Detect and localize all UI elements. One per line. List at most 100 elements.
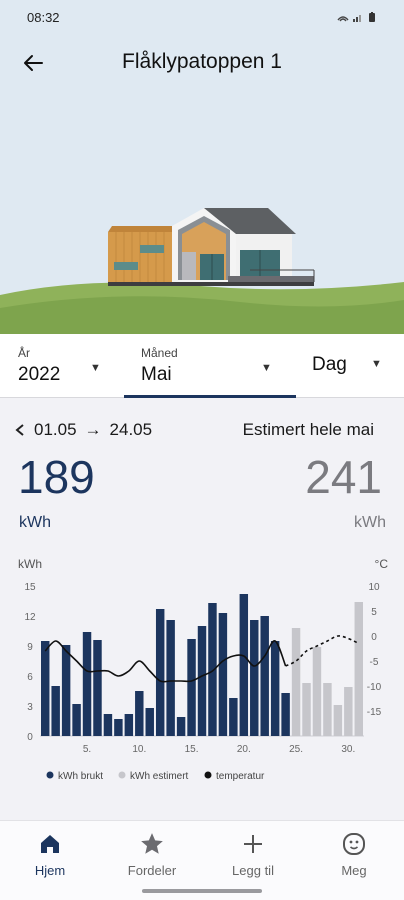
nav-label-add: Legg til — [232, 863, 274, 878]
temperature-line — [44, 640, 287, 683]
chevron-down-icon: ▼ — [261, 362, 272, 374]
x-tick-label: 30. — [341, 744, 355, 755]
bar-used — [114, 719, 123, 736]
bar-used — [218, 613, 228, 736]
legend-estimated-marker — [118, 771, 126, 779]
bar-used — [41, 641, 50, 736]
bar-used — [155, 609, 165, 736]
star-icon — [141, 833, 163, 854]
plus-icon — [244, 835, 262, 853]
house-illustration — [0, 208, 404, 334]
bar-used — [135, 691, 144, 736]
chevron-down-icon: ▼ — [371, 358, 382, 370]
bar-used — [145, 708, 154, 736]
bar-estimated — [323, 683, 332, 736]
bar-used — [260, 616, 269, 736]
bar-used — [270, 641, 280, 736]
consumption-chart-svg: kWh °C 0 3 6 9 12 15 -15 -10 -5 0 5 10 5. 10. 15. 20. 25. 3… — [18, 557, 389, 782]
x-tick-label: 15. — [185, 744, 199, 755]
day-select[interactable]: Dag ▼ — [296, 334, 404, 398]
consumption-chart: kWh °C 0 3 6 9 12 15 -15 -10 -5 0 5 10 5. 10. 15. 20. 25. 3… — [0, 548, 404, 798]
day-select-value: Dag — [312, 354, 347, 375]
page-title: Flåklypatoppen 1 — [122, 50, 282, 73]
bar-used — [51, 686, 60, 736]
status-bar: 08:32 — [0, 0, 404, 34]
month-select-value: Mai — [141, 364, 172, 385]
nav-label-benefits: Fordeler — [127, 863, 177, 878]
nav-label-home: Hjem — [34, 863, 66, 878]
y-tick-right: -5 — [370, 657, 379, 668]
legend-temperature-marker — [204, 771, 212, 779]
nav-item-home[interactable]: Hjem — [10, 831, 90, 878]
y-tick-left: 12 — [24, 612, 36, 623]
bar-used — [93, 640, 102, 736]
y-axis-right-label: °C — [375, 557, 389, 571]
period-selector-bar: År 2022 ▼ Måned Mai ▼ Dag ▼ — [0, 334, 404, 398]
bar-estimated — [344, 687, 353, 736]
nav-item-benefits[interactable]: Fordeler — [112, 831, 192, 878]
period-end: 24.05 — [109, 420, 153, 439]
year-select[interactable]: År 2022 ▼ — [0, 334, 124, 398]
status-time: 08:32 — [27, 10, 60, 25]
y-tick-left: 6 — [27, 672, 33, 683]
y-tick-left: 0 — [27, 732, 33, 743]
nav-item-add[interactable]: Legg til — [213, 831, 293, 878]
x-tick-label: 20. — [237, 744, 251, 755]
bar-estimated — [333, 705, 343, 736]
bottom-navigation: Hjem Fordeler Legg til Meg — [0, 820, 404, 900]
y-tick-right: 10 — [368, 582, 380, 593]
y-tick-left: 9 — [27, 642, 33, 653]
chevron-left-icon — [15, 424, 24, 436]
nav-item-me[interactable]: Meg — [314, 831, 394, 878]
bar-used — [239, 594, 249, 736]
estimated-kwh-value: 241 — [305, 451, 382, 503]
legend-temperature-label: temperatur — [216, 771, 265, 782]
month-select-label: Måned — [141, 346, 178, 360]
y-tick-right: -10 — [367, 682, 382, 693]
legend-estimated-label: kWh estimert — [130, 771, 189, 782]
period-arrow: → — [84, 420, 102, 439]
active-tab-indicator — [124, 395, 296, 398]
nav-label-me: Meg — [341, 863, 367, 878]
bar-used — [61, 645, 71, 736]
bar-used — [176, 717, 186, 736]
estimated-kwh-unit: kWh — [354, 514, 386, 531]
period-start: 01.05 — [34, 420, 77, 439]
y-tick-left: 3 — [27, 702, 33, 713]
status-icons — [336, 11, 380, 26]
used-kwh-value: 189 — [18, 451, 95, 503]
bar-used — [72, 704, 81, 736]
bar-used — [166, 620, 175, 736]
period-range[interactable]: 01.05 → 24.05 — [14, 420, 152, 440]
bar-used — [187, 639, 196, 736]
bar-used — [229, 698, 238, 736]
home-icon — [41, 835, 59, 853]
bar-used — [197, 626, 207, 736]
estimate-title: Estimert hele mai — [242, 420, 374, 439]
x-tick-label: 10. — [132, 744, 146, 755]
used-kwh-unit: kWh — [19, 514, 51, 531]
y-tick-right: -15 — [367, 707, 382, 718]
bar-estimated — [302, 683, 311, 736]
bar-used — [208, 603, 217, 736]
home-indicator — [142, 889, 262, 893]
face-icon — [343, 833, 365, 855]
bar-used — [124, 714, 134, 736]
x-tick-label: 25. — [289, 744, 303, 755]
bar-estimated — [312, 647, 322, 736]
signal-battery-icon — [337, 12, 375, 22]
y-tick-right: 0 — [371, 632, 377, 643]
y-tick-right: 5 — [371, 607, 377, 618]
y-axis-left-label: kWh — [18, 557, 42, 571]
bar-estimated — [354, 602, 363, 736]
chevron-down-icon: ▼ — [90, 362, 101, 374]
year-select-value: 2022 — [18, 364, 61, 385]
bar-used — [82, 632, 92, 736]
bar-used — [250, 620, 259, 736]
legend-used-marker — [46, 771, 54, 779]
bar-used — [281, 693, 290, 736]
hero-banner: 08:32 Flåklypatoppen 1 — [0, 0, 404, 334]
bar-used — [103, 714, 113, 736]
year-select-label: År — [18, 346, 30, 360]
month-select[interactable]: Måned Mai ▼ — [124, 334, 296, 398]
